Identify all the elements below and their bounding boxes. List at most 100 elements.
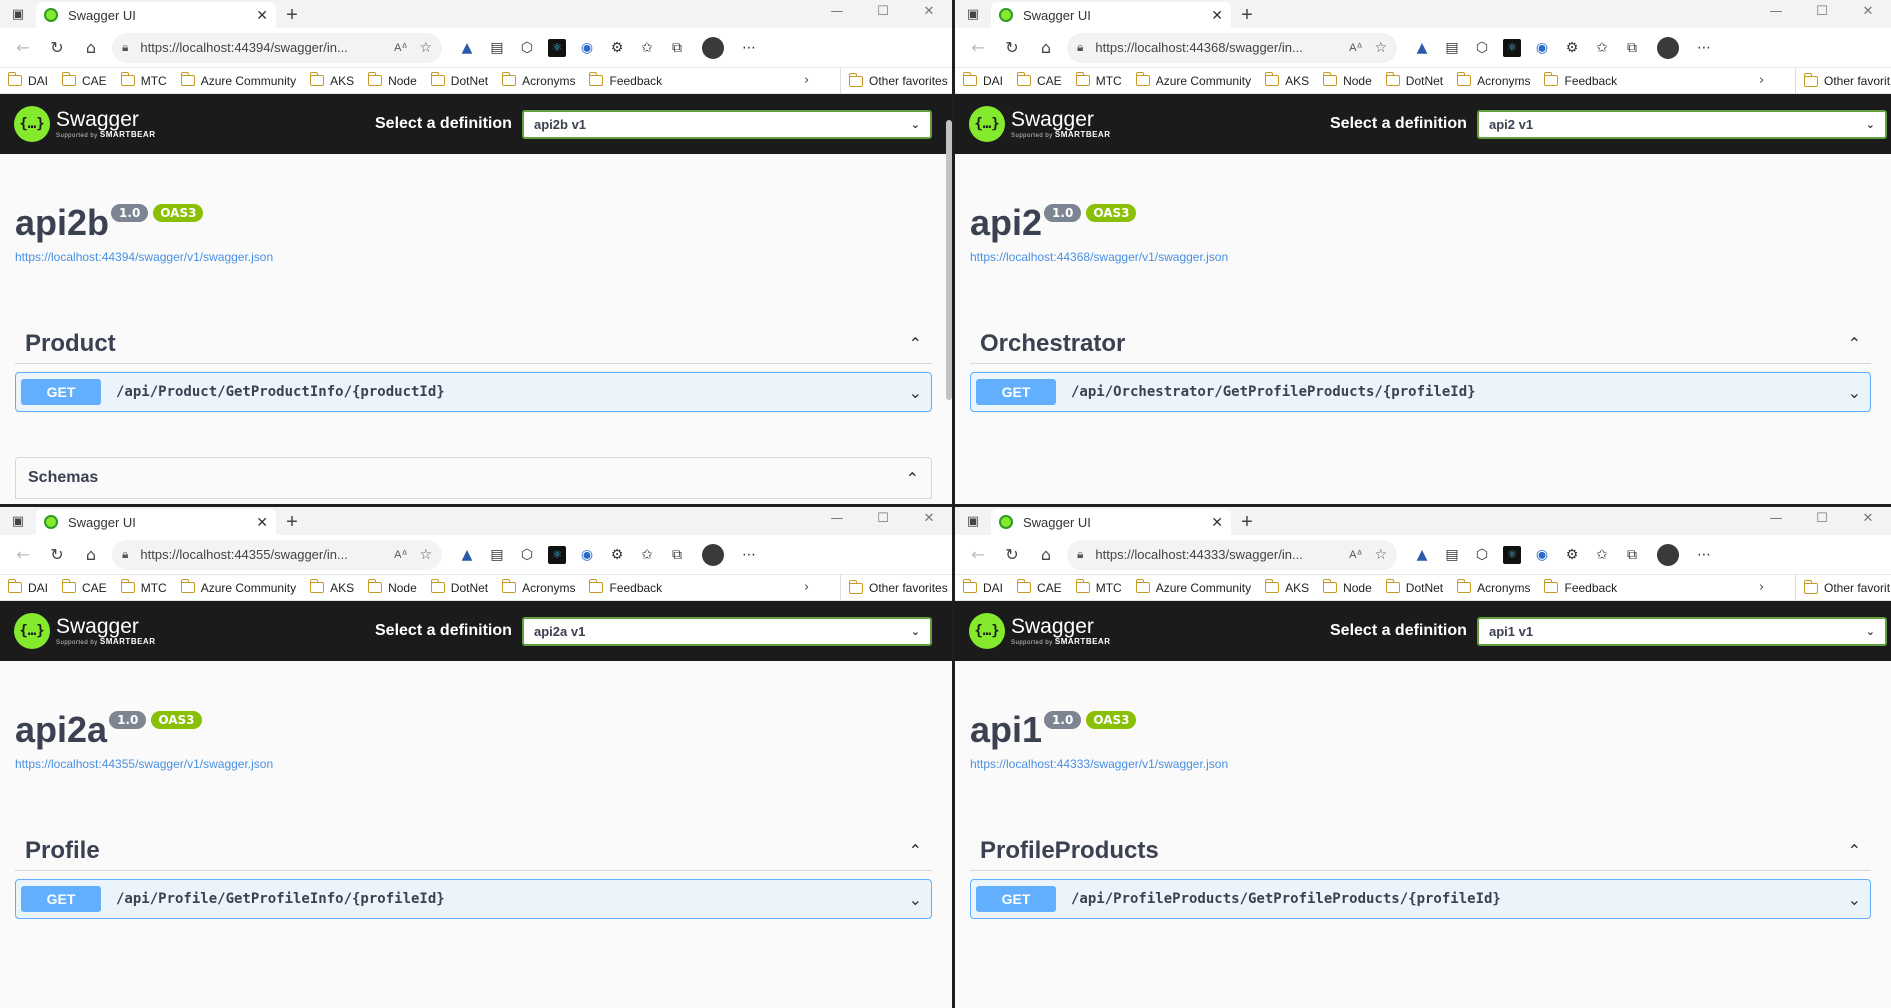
read-aloud-icon[interactable]: Aᐞ xyxy=(1349,548,1362,561)
collections-icon[interactable]: ⧉ xyxy=(1617,40,1647,56)
read-aloud-icon[interactable]: Aᐞ xyxy=(1349,41,1362,54)
profile-avatar[interactable] xyxy=(702,36,724,59)
close-tab-icon[interactable]: ✕ xyxy=(256,514,268,531)
favorite-folder-feedback[interactable]: Feedback xyxy=(589,579,662,595)
favorite-folder-dotnet[interactable]: DotNet xyxy=(1385,72,1443,88)
tab-actions-icon[interactable]: ▣ xyxy=(0,507,36,535)
favorite-folder-feedback[interactable]: Feedback xyxy=(1544,72,1617,88)
minimize-icon[interactable]: — xyxy=(1753,507,1799,533)
extension-react-icon[interactable]: ⚛ xyxy=(1503,38,1521,57)
swagger-logo[interactable]: {…} Swagger Supported by SMARTBEAR xyxy=(969,106,1110,142)
lock-icon[interactable]: 🔒︎ xyxy=(1077,40,1083,55)
extension-password-icon[interactable]: ◉ xyxy=(1527,547,1557,563)
extension-office-icon[interactable]: ⬡ xyxy=(512,40,542,56)
other-favorites[interactable]: Other favorites xyxy=(840,575,948,601)
chevron-up-icon[interactable]: ⌃ xyxy=(909,334,922,353)
close-window-icon[interactable]: ✕ xyxy=(906,0,952,26)
operation-block[interactable]: GET /api/Profile/GetProfileInfo/{profile… xyxy=(15,879,932,919)
lock-icon[interactable]: 🔒︎ xyxy=(1077,547,1083,562)
new-tab-icon[interactable]: + xyxy=(276,2,308,28)
new-tab-icon[interactable]: + xyxy=(276,509,308,535)
refresh-icon[interactable]: ↻ xyxy=(995,545,1029,564)
address-bar[interactable]: 🔒︎ https://localhost:44355/swagger/in...… xyxy=(112,539,442,570)
favorite-folder-dotnet[interactable]: DotNet xyxy=(1385,579,1443,595)
favorite-folder-azure-community[interactable]: Azure Community xyxy=(1135,72,1251,88)
extension-outlook-icon[interactable]: ▤ xyxy=(1437,40,1467,56)
extension-azure-icon[interactable]: ▲ xyxy=(1407,40,1437,56)
favorite-folder-mtc[interactable]: MTC xyxy=(1075,579,1122,595)
favorite-folder-mtc[interactable]: MTC xyxy=(120,72,167,88)
back-icon[interactable]: ← xyxy=(6,545,40,564)
extensions-icon[interactable]: ⚙ xyxy=(602,547,632,563)
refresh-icon[interactable]: ↻ xyxy=(995,38,1029,57)
more-menu-icon[interactable]: ⋯ xyxy=(1689,547,1719,563)
favorite-folder-acronyms[interactable]: Acronyms xyxy=(1457,72,1530,88)
favorite-folder-cae[interactable]: CAE xyxy=(62,72,107,88)
home-icon[interactable]: ⌂ xyxy=(74,38,108,57)
favorite-folder-azure-community[interactable]: Azure Community xyxy=(180,579,296,595)
favorite-folder-mtc[interactable]: MTC xyxy=(120,579,167,595)
chevron-up-icon[interactable]: ⌃ xyxy=(909,841,922,860)
favorite-folder-cae[interactable]: CAE xyxy=(1017,72,1062,88)
url-text[interactable]: https://localhost:44394/swagger/in... xyxy=(140,40,390,55)
favorites-icon[interactable]: ✩ xyxy=(632,40,662,56)
close-window-icon[interactable]: ✕ xyxy=(1845,507,1891,533)
more-favorites-chevron-icon[interactable]: › xyxy=(1759,580,1764,595)
extension-password-icon[interactable]: ◉ xyxy=(572,547,602,563)
favorite-folder-cae[interactable]: CAE xyxy=(1017,579,1062,595)
extension-office-icon[interactable]: ⬡ xyxy=(1467,547,1497,563)
extension-password-icon[interactable]: ◉ xyxy=(572,40,602,56)
favorite-folder-dai[interactable]: DAI xyxy=(963,579,1003,595)
favorite-folder-node[interactable]: Node xyxy=(1323,579,1372,595)
extension-office-icon[interactable]: ⬡ xyxy=(1467,40,1497,56)
extensions-icon[interactable]: ⚙ xyxy=(1557,40,1587,56)
operation-block[interactable]: GET /api/Product/GetProductInfo/{product… xyxy=(15,372,932,412)
extension-react-icon[interactable]: ⚛ xyxy=(1503,545,1521,564)
browser-tab[interactable]: Swagger UI ✕ xyxy=(991,2,1231,28)
extension-office-icon[interactable]: ⬡ xyxy=(512,547,542,563)
favorite-folder-dai[interactable]: DAI xyxy=(963,72,1003,88)
favorite-folder-cae[interactable]: CAE xyxy=(62,579,107,595)
collections-icon[interactable]: ⧉ xyxy=(662,547,692,563)
chevron-up-icon[interactable]: ⌃ xyxy=(906,469,919,488)
minimize-icon[interactable]: — xyxy=(814,0,860,26)
more-menu-icon[interactable]: ⋯ xyxy=(734,547,764,563)
maximize-icon[interactable]: ☐ xyxy=(1799,507,1845,533)
chevron-down-icon[interactable]: ⌄ xyxy=(1848,383,1861,402)
favorite-folder-acronyms[interactable]: Acronyms xyxy=(502,72,575,88)
browser-tab[interactable]: Swagger UI ✕ xyxy=(36,2,276,28)
extension-outlook-icon[interactable]: ▤ xyxy=(1437,547,1467,563)
operation-block[interactable]: GET /api/ProfileProducts/GetProfileProdu… xyxy=(970,879,1871,919)
tag-header[interactable]: Product ⌃ xyxy=(15,324,932,364)
more-menu-icon[interactable]: ⋯ xyxy=(734,40,764,56)
minimize-icon[interactable]: — xyxy=(1753,0,1799,26)
extension-outlook-icon[interactable]: ▤ xyxy=(482,547,512,563)
browser-tab[interactable]: Swagger UI ✕ xyxy=(36,509,276,535)
close-tab-icon[interactable]: ✕ xyxy=(1211,7,1223,24)
close-window-icon[interactable]: ✕ xyxy=(1845,0,1891,26)
home-icon[interactable]: ⌂ xyxy=(1029,545,1063,564)
extension-azure-icon[interactable]: ▲ xyxy=(452,547,482,563)
chevron-down-icon[interactable]: ⌄ xyxy=(1848,890,1861,909)
tab-actions-icon[interactable]: ▣ xyxy=(955,0,991,28)
back-icon[interactable]: ← xyxy=(6,38,40,57)
favorite-folder-feedback[interactable]: Feedback xyxy=(1544,579,1617,595)
tab-actions-icon[interactable]: ▣ xyxy=(955,507,991,535)
favorites-icon[interactable]: ✩ xyxy=(1587,547,1617,563)
profile-avatar[interactable] xyxy=(1657,543,1679,566)
favorite-folder-dai[interactable]: DAI xyxy=(8,72,48,88)
lock-icon[interactable]: 🔒︎ xyxy=(122,547,128,562)
swagger-logo[interactable]: {…} Swagger Supported by SMARTBEAR xyxy=(14,613,155,649)
swagger-json-link[interactable]: https://localhost:44355/swagger/v1/swagg… xyxy=(15,757,952,771)
chevron-down-icon[interactable]: ⌄ xyxy=(909,890,922,909)
favorite-folder-aks[interactable]: AKS xyxy=(1265,579,1309,595)
more-favorites-chevron-icon[interactable]: › xyxy=(1759,73,1764,88)
address-bar[interactable]: 🔒︎ https://localhost:44368/swagger/in...… xyxy=(1067,32,1397,63)
tag-header[interactable]: Orchestrator ⌃ xyxy=(970,324,1871,364)
back-icon[interactable]: ← xyxy=(961,545,995,564)
add-favorite-icon[interactable]: ☆ xyxy=(1374,40,1387,56)
collections-icon[interactable]: ⧉ xyxy=(1617,547,1647,563)
home-icon[interactable]: ⌂ xyxy=(74,545,108,564)
back-icon[interactable]: ← xyxy=(961,38,995,57)
extensions-icon[interactable]: ⚙ xyxy=(602,40,632,56)
